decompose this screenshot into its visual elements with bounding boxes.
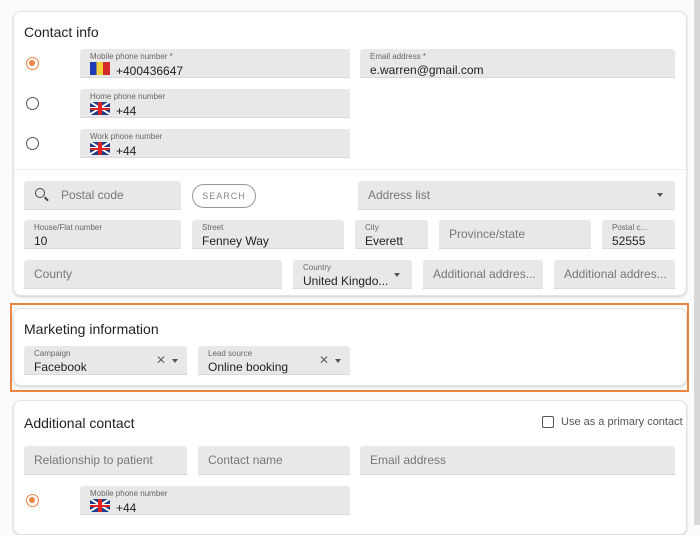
postal-code-value: 52555 bbox=[612, 234, 646, 248]
chevron-down-icon bbox=[657, 193, 663, 197]
house-number-field[interactable]: House/Flat number 10 bbox=[24, 220, 181, 249]
lead-source-select[interactable]: Lead source Online booking ✕ bbox=[198, 346, 350, 375]
romania-flag-icon[interactable] bbox=[90, 62, 110, 75]
home-phone-value: +44 bbox=[116, 104, 137, 118]
country-value: United Kingdo... bbox=[303, 274, 389, 288]
additional-address-2-field[interactable]: Additional addres... bbox=[554, 260, 675, 289]
county-field[interactable]: County bbox=[24, 260, 282, 289]
street-value: Fenney Way bbox=[202, 234, 269, 248]
contact-name-field[interactable]: Contact name bbox=[198, 446, 350, 475]
campaign-value: Facebook bbox=[34, 360, 87, 374]
house-number-label: House/Flat number bbox=[34, 223, 103, 232]
search-button[interactable]: SEARCH bbox=[192, 184, 256, 208]
additional-contact-title: Additional contact bbox=[24, 415, 135, 431]
relationship-placeholder: Relationship to patient bbox=[34, 453, 153, 467]
chevron-down-icon[interactable] bbox=[335, 359, 341, 363]
province-field[interactable]: Province/state bbox=[439, 220, 591, 249]
relationship-field[interactable]: Relationship to patient bbox=[24, 446, 187, 475]
additional-email-field[interactable]: Email address bbox=[360, 446, 675, 475]
street-label: Street bbox=[202, 223, 224, 232]
mobile-phone-label: Mobile phone number * bbox=[90, 52, 173, 61]
mobile-phone-field[interactable]: Mobile phone number * +400436647 bbox=[80, 49, 350, 78]
email-value: e.warren@gmail.com bbox=[370, 63, 484, 77]
contact-info-title: Contact info bbox=[24, 24, 99, 40]
country-label: Country bbox=[303, 263, 332, 272]
additional-mobile-value: +44 bbox=[116, 501, 137, 515]
country-select[interactable]: Country United Kingdo... bbox=[293, 260, 412, 289]
additional-address-1-field[interactable]: Additional addres... bbox=[423, 260, 543, 289]
primary-contact-label[interactable]: Use as a primary contact bbox=[561, 416, 683, 428]
campaign-label: Campaign bbox=[34, 349, 71, 358]
additional-address-1-placeholder: Additional addres... bbox=[433, 267, 536, 281]
uk-flag-icon[interactable] bbox=[90, 142, 110, 155]
additional-mobile-radio[interactable] bbox=[26, 494, 39, 507]
work-phone-field[interactable]: Work phone number +44 bbox=[80, 129, 350, 158]
marketing-card: Marketing information Campaign Facebook … bbox=[13, 308, 687, 386]
home-phone-field[interactable]: Home phone number +44 bbox=[80, 89, 350, 118]
additional-mobile-field[interactable]: Mobile phone number +44 bbox=[80, 486, 350, 515]
uk-flag-icon[interactable] bbox=[90, 102, 110, 115]
home-primary-radio[interactable] bbox=[26, 97, 39, 110]
chevron-down-icon[interactable] bbox=[172, 359, 178, 363]
primary-contact-checkbox[interactable] bbox=[542, 416, 554, 428]
postal-code-search-field[interactable]: Postal code bbox=[24, 181, 181, 210]
county-placeholder: County bbox=[34, 267, 73, 281]
marketing-title: Marketing information bbox=[24, 321, 159, 337]
email-field[interactable]: Email address * e.warren@gmail.com bbox=[360, 49, 675, 78]
additional-email-placeholder: Email address bbox=[370, 453, 447, 467]
mobile-primary-radio[interactable] bbox=[26, 57, 39, 70]
city-field[interactable]: City Everett bbox=[355, 220, 428, 249]
chevron-down-icon bbox=[394, 273, 400, 277]
email-label: Email address * bbox=[370, 52, 427, 61]
section-divider bbox=[14, 169, 686, 170]
additional-contact-card: Additional contact Use as a primary cont… bbox=[13, 400, 687, 535]
clear-icon[interactable]: ✕ bbox=[319, 353, 329, 367]
address-list-select[interactable]: Address list bbox=[358, 181, 675, 210]
clear-icon[interactable]: ✕ bbox=[156, 353, 166, 367]
lead-source-label: Lead source bbox=[208, 349, 253, 358]
work-phone-label: Work phone number bbox=[90, 132, 163, 141]
home-phone-label: Home phone number bbox=[90, 92, 166, 101]
house-number-value: 10 bbox=[34, 234, 48, 248]
city-value: Everett bbox=[365, 234, 404, 248]
work-primary-radio[interactable] bbox=[26, 137, 39, 150]
city-label: City bbox=[365, 223, 379, 232]
postal-code-label: Postal c... bbox=[612, 223, 648, 232]
province-placeholder: Province/state bbox=[449, 227, 526, 241]
mobile-phone-value: +400436647 bbox=[116, 64, 184, 78]
uk-flag-icon[interactable] bbox=[90, 499, 110, 512]
additional-address-2-placeholder: Additional addres... bbox=[564, 267, 667, 281]
street-field[interactable]: Street Fenney Way bbox=[192, 220, 344, 249]
additional-mobile-label: Mobile phone number bbox=[90, 489, 168, 498]
contact-info-card: Contact info Mobile phone number * +4004… bbox=[13, 11, 687, 296]
postal-code-field[interactable]: Postal c... 52555 bbox=[602, 220, 675, 249]
search-icon-handle bbox=[44, 196, 49, 202]
campaign-select[interactable]: Campaign Facebook ✕ bbox=[24, 346, 187, 375]
work-phone-value: +44 bbox=[116, 144, 137, 158]
scrollbar-edge bbox=[694, 0, 700, 525]
lead-source-value: Online booking bbox=[208, 360, 289, 374]
contact-name-placeholder: Contact name bbox=[208, 453, 283, 467]
postal-code-placeholder: Postal code bbox=[61, 188, 124, 202]
address-list-placeholder: Address list bbox=[368, 188, 431, 202]
